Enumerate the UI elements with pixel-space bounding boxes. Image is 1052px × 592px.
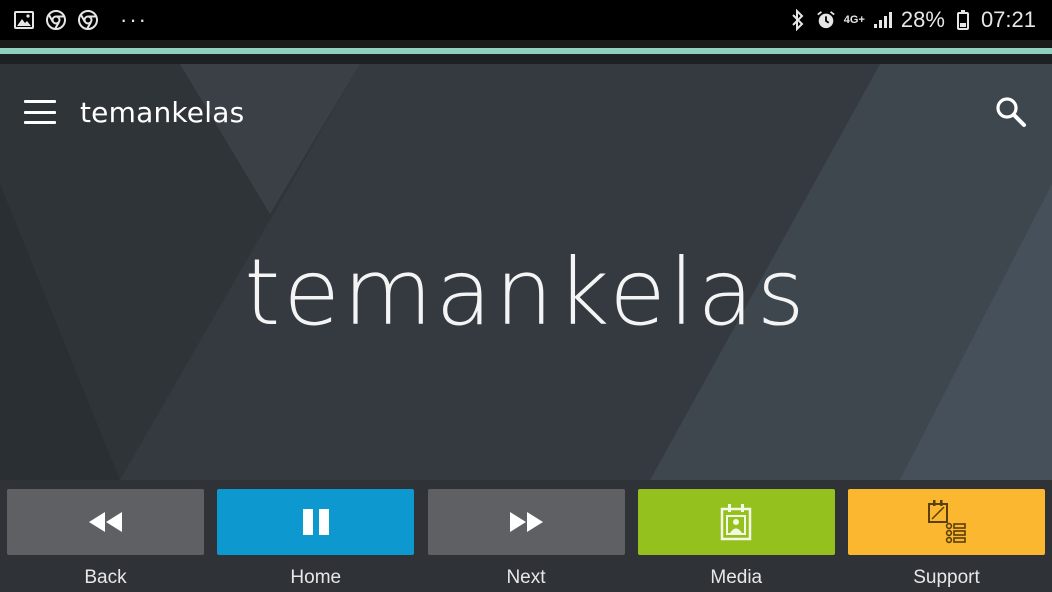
- rewind-icon: [88, 512, 122, 532]
- overflow-indicator: ···: [120, 7, 148, 32]
- status-bar-right: 4G+ 28% 07:21: [788, 7, 1036, 33]
- nav-back-tile[interactable]: [7, 489, 204, 555]
- hamburger-menu-icon: [24, 100, 56, 103]
- bluetooth-icon: [788, 9, 808, 31]
- app-title: temankelas: [80, 95, 245, 129]
- nav-next-tile[interactable]: [427, 489, 625, 555]
- nav-home[interactable]: Home: [217, 489, 415, 592]
- media-calendar-icon: [721, 504, 752, 541]
- nav-support-tile[interactable]: [848, 489, 1045, 555]
- hamburger-line: [24, 110, 56, 114]
- nav-support-label: Support: [913, 567, 980, 588]
- accent-bar-bottom: [0, 54, 1052, 64]
- chrome-icon: [78, 10, 98, 30]
- support-list-icon: [927, 500, 966, 544]
- nav-home-label: Home: [290, 567, 342, 588]
- chrome-icon: [46, 10, 66, 30]
- search-button[interactable]: [994, 95, 1028, 129]
- status-bar: ··· 4G+ 28% 07:21: [0, 0, 1052, 40]
- nav-support[interactable]: Support: [848, 489, 1045, 592]
- nav-next[interactable]: Next: [427, 489, 625, 592]
- hero-title: temankelas: [244, 239, 808, 346]
- nav-media-tile[interactable]: [637, 489, 835, 555]
- hamburger-line: [24, 121, 56, 124]
- nav-next-label: Next: [506, 567, 546, 588]
- nav-back-label: Back: [84, 567, 127, 588]
- battery-icon: [953, 10, 973, 30]
- nav-media-label: Media: [710, 567, 763, 588]
- nav-media[interactable]: Media: [637, 489, 835, 592]
- bottom-navigation: Back Home Next Media Support: [0, 480, 1052, 592]
- network-type: 4G+: [843, 14, 865, 26]
- pause-icon: [302, 509, 329, 535]
- clock: 07:21: [980, 7, 1036, 32]
- nav-back[interactable]: Back: [7, 489, 204, 592]
- status-bar-left: ···: [14, 9, 148, 31]
- alarm-icon: [816, 10, 836, 30]
- menu-button[interactable]: [24, 100, 56, 124]
- nav-home-tile[interactable]: [217, 489, 415, 555]
- search-icon: [996, 97, 1026, 127]
- accent-bar-top: [0, 40, 1052, 48]
- battery-percent: 28%: [900, 7, 945, 32]
- app-bar: temankelas: [0, 64, 1052, 160]
- signal-icon: [873, 10, 893, 30]
- gallery-icon: [14, 10, 34, 30]
- fast-forward-icon: [510, 512, 543, 532]
